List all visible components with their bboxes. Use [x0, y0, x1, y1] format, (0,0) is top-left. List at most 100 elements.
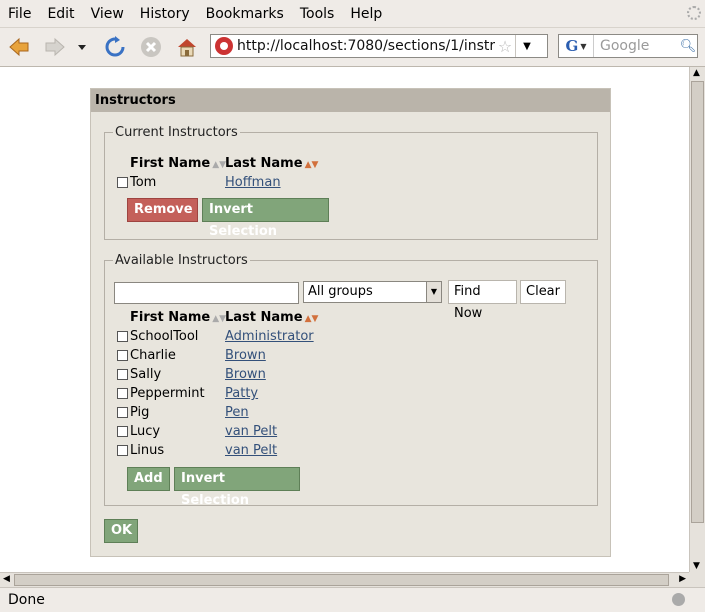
select-checkbox[interactable] — [117, 388, 128, 399]
invert-selection-button[interactable]: Invert Selection — [174, 467, 300, 508]
last-name-link[interactable]: Hoffman — [225, 175, 281, 190]
search-input[interactable]: Google — [594, 38, 679, 54]
home-button[interactable] — [174, 34, 200, 60]
menu-file[interactable]: File — [0, 6, 39, 22]
scroll-up-icon[interactable]: ▲ — [693, 68, 700, 78]
select-checkbox[interactable] — [117, 426, 128, 437]
status-bar: Done — [0, 587, 705, 612]
activity-throbber-icon — [687, 6, 701, 20]
scrollbar-corner — [689, 572, 705, 587]
last-name-link[interactable]: Administrator — [225, 329, 314, 344]
reload-icon — [105, 36, 125, 57]
column-header-label: First Name — [130, 156, 211, 171]
stop-icon — [141, 37, 161, 57]
menu-bar: File Edit View History Bookmarks Tools H… — [0, 0, 705, 28]
menu-view[interactable]: View — [83, 6, 132, 22]
search-engine-button[interactable]: G ▼ — [559, 35, 594, 57]
column-header-label: First Name — [130, 310, 211, 325]
vertical-scrollbar[interactable]: ▲ ▼ — [689, 67, 705, 572]
current-instructors-fieldset: Current Instructors First Name ▲▼ Last Na… — [104, 125, 598, 240]
select-checkbox[interactable] — [117, 177, 128, 188]
column-header-label: Last Name — [225, 310, 303, 325]
last-name-link[interactable]: Pen — [225, 405, 249, 420]
back-button[interactable] — [6, 34, 32, 60]
table-row: Peppermint Patty — [117, 386, 258, 401]
home-icon — [178, 39, 196, 57]
menu-bookmarks[interactable]: Bookmarks — [198, 6, 292, 22]
available-instructors-legend: Available Instructors — [115, 253, 248, 268]
table-row: Charlie Brown — [117, 348, 266, 363]
reload-button[interactable] — [102, 34, 128, 60]
url-bar[interactable]: http://localhost:7080/sections/1/instruc… — [210, 34, 548, 58]
add-button[interactable]: Add — [127, 467, 170, 491]
select-checkbox[interactable] — [117, 445, 128, 456]
first-name-cell: Charlie — [130, 348, 176, 363]
site-identity-icon — [215, 37, 233, 55]
last-name-link[interactable]: Brown — [225, 367, 266, 382]
url-text[interactable]: http://localhost:7080/sections/1/instruc… — [237, 38, 495, 54]
stop-button[interactable] — [138, 34, 164, 60]
status-text: Done — [8, 592, 45, 608]
search-bar[interactable]: G ▼ Google 🔍︎ — [558, 34, 698, 58]
column-header-first-name[interactable]: First Name ▲▼ — [130, 156, 226, 171]
first-name-cell: Tom — [130, 175, 157, 190]
sort-icon: ▲▼ — [304, 160, 319, 170]
chevron-down-icon — [78, 45, 86, 50]
instructor-search-input[interactable] — [114, 282, 299, 304]
last-name-link[interactable]: van Pelt — [225, 443, 277, 458]
scroll-down-icon[interactable]: ▼ — [693, 561, 700, 571]
column-header-first-name[interactable]: First Name ▲▼ — [130, 310, 226, 325]
chevron-down-icon: ▼ — [426, 282, 441, 302]
table-row: Pig Pen — [117, 405, 249, 420]
table-row: SchoolTool Administrator — [117, 329, 314, 344]
table-row: Linus van Pelt — [117, 443, 277, 458]
group-select[interactable]: All groups ▼ — [303, 281, 442, 303]
last-name-link[interactable]: Brown — [225, 348, 266, 363]
select-checkbox[interactable] — [117, 407, 128, 418]
forward-button[interactable] — [42, 34, 68, 60]
magnifier-icon[interactable]: 🔍︎ — [679, 39, 697, 54]
last-name-link[interactable]: Patty — [225, 386, 258, 401]
table-row: Tom Hoffman — [117, 175, 281, 190]
find-now-button[interactable]: Find Now — [448, 280, 517, 321]
invert-selection-button[interactable]: Invert Selection — [202, 198, 329, 239]
menu-tools[interactable]: Tools — [292, 6, 343, 22]
column-header-last-name[interactable]: Last Name ▲▼ — [225, 156, 318, 171]
column-header-last-name[interactable]: Last Name ▲▼ — [225, 310, 318, 325]
table-row: Lucy van Pelt — [117, 424, 277, 439]
horizontal-scroll-thumb[interactable] — [14, 574, 669, 586]
navigation-toolbar: http://localhost:7080/sections/1/instruc… — [0, 28, 705, 67]
back-arrow-icon — [9, 37, 29, 57]
available-instructors-fieldset: Available Instructors All groups ▼ Find … — [104, 253, 598, 508]
first-name-cell: Pig — [130, 405, 150, 420]
scroll-right-icon[interactable]: ▶ — [679, 574, 686, 584]
select-checkbox[interactable] — [117, 350, 128, 361]
google-logo-icon: G — [565, 37, 579, 55]
horizontal-scrollbar[interactable]: ◀ ▶ — [0, 572, 689, 587]
current-instructors-legend: Current Instructors — [115, 125, 238, 140]
remove-button[interactable]: Remove — [127, 198, 198, 222]
first-name-cell: Lucy — [130, 424, 161, 439]
menu-edit[interactable]: Edit — [39, 6, 82, 22]
scroll-left-icon[interactable]: ◀ — [3, 574, 10, 584]
page-viewport: Instructors Current Instructors First Na… — [0, 67, 689, 572]
menu-help[interactable]: Help — [342, 6, 390, 22]
table-row: Sally Brown — [117, 367, 266, 382]
clear-button[interactable]: Clear — [520, 280, 566, 304]
bookmark-star-icon[interactable]: ☆ — [495, 37, 515, 56]
first-name-cell: Linus — [130, 443, 165, 458]
panel-title: Instructors — [91, 89, 610, 112]
sort-icon: ▲▼ — [304, 314, 319, 324]
instructors-panel: Instructors Current Instructors First Na… — [90, 88, 611, 557]
history-dropdown-button[interactable] — [74, 34, 90, 60]
select-checkbox[interactable] — [117, 331, 128, 342]
first-name-cell: Peppermint — [130, 386, 205, 401]
column-header-label: Last Name — [225, 156, 303, 171]
ok-button[interactable]: OK — [104, 519, 138, 543]
first-name-cell: SchoolTool — [130, 329, 199, 344]
menu-history[interactable]: History — [132, 6, 198, 22]
url-dropdown-button[interactable]: ▼ — [515, 35, 538, 57]
vertical-scroll-thumb[interactable] — [691, 81, 704, 523]
select-checkbox[interactable] — [117, 369, 128, 380]
last-name-link[interactable]: van Pelt — [225, 424, 277, 439]
